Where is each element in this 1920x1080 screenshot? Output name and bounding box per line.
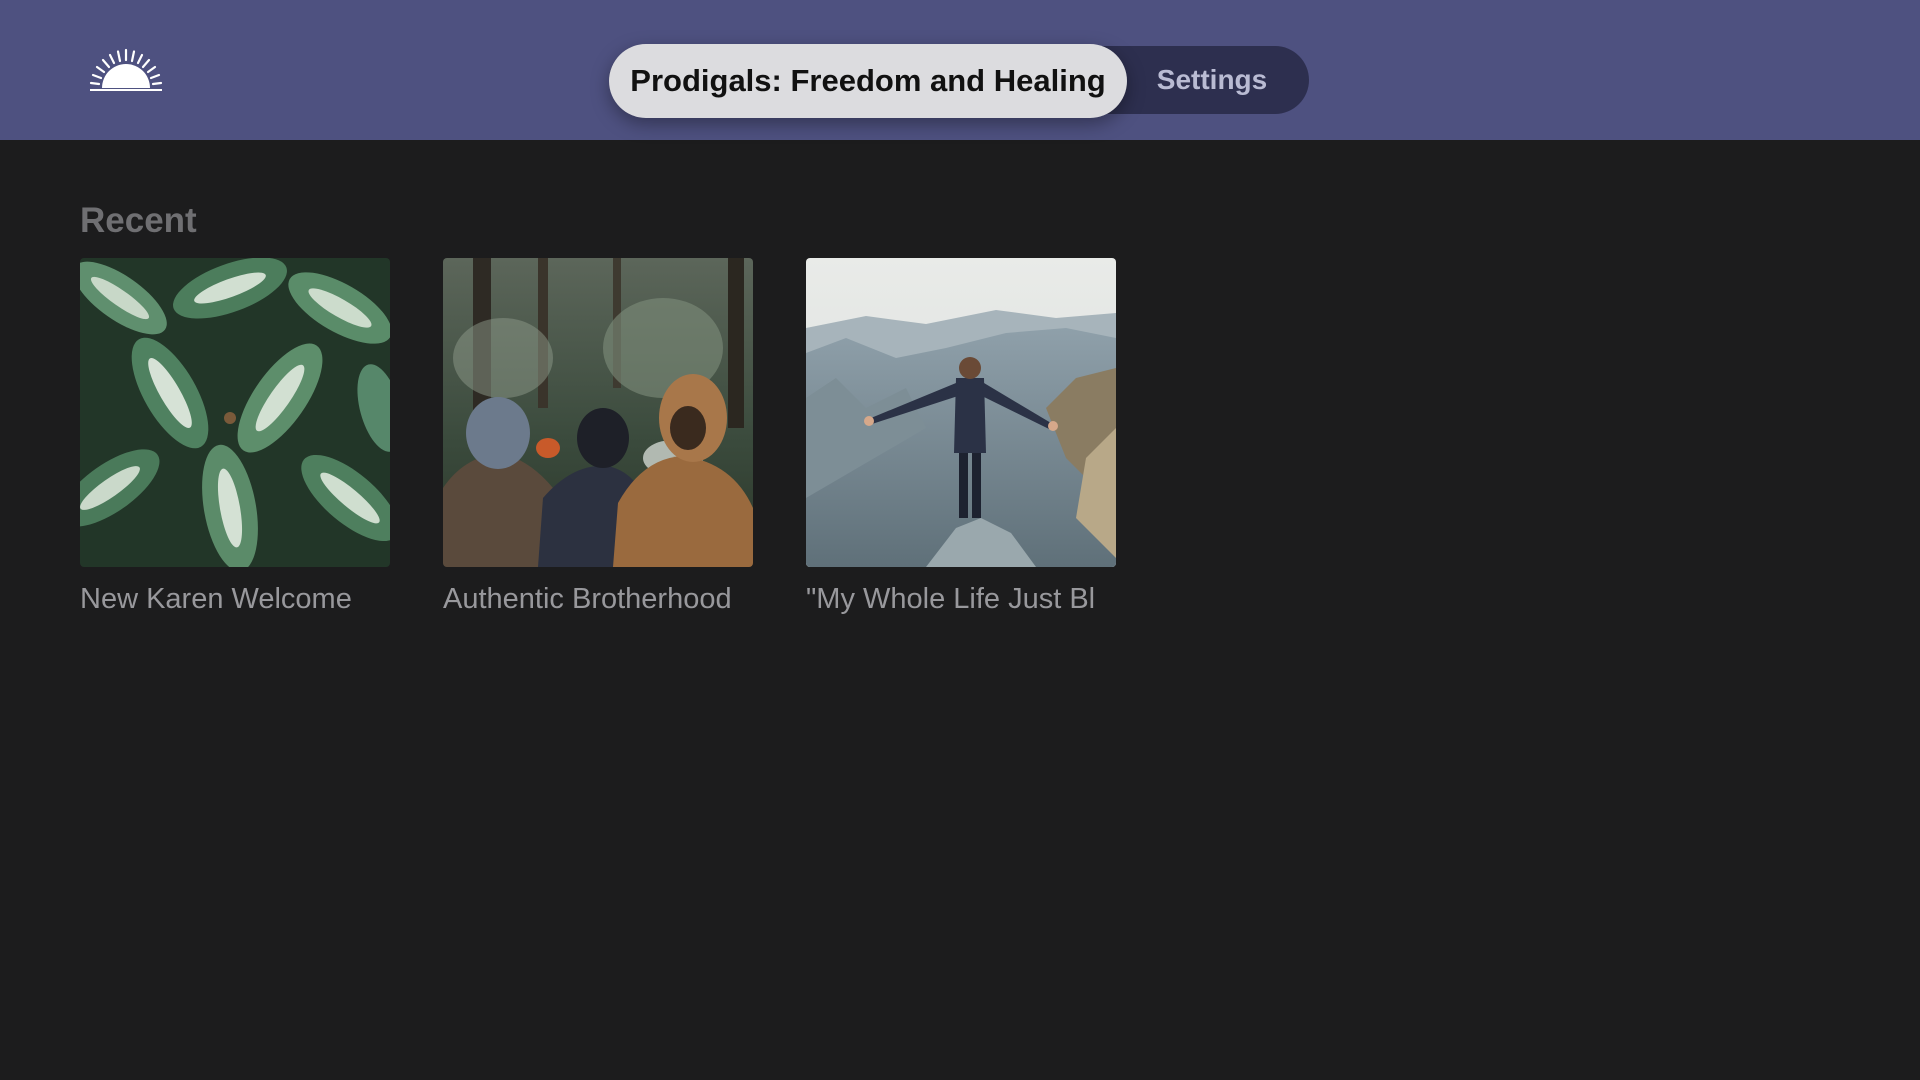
tab-prodigals[interactable]: Prodigals: Freedom and Healing bbox=[609, 44, 1127, 118]
video-card[interactable]: Authentic Brotherhood bbox=[443, 258, 753, 616]
section-title-recent: Recent bbox=[80, 201, 197, 240]
hooded-men-forest-photo[interactable] bbox=[443, 258, 753, 567]
tab-bar: Prodigals: Freedom and Healing Settings bbox=[609, 44, 1309, 118]
video-card[interactable]: "My Whole Life Just Bl bbox=[806, 258, 1116, 616]
video-title: Authentic Brotherhood bbox=[443, 583, 732, 615]
sunrise-icon bbox=[88, 48, 164, 96]
tab-settings[interactable]: Settings bbox=[1149, 46, 1275, 114]
video-card[interactable]: New Karen Welcome bbox=[80, 258, 390, 616]
recent-row: New Karen Welcome Authentic Brotherhood … bbox=[80, 258, 1180, 628]
top-bar: Prodigals: Freedom and Healing Settings bbox=[0, 0, 1920, 140]
man-mountain-arms-outstretched-photo[interactable] bbox=[806, 258, 1116, 567]
video-title: New Karen Welcome bbox=[80, 583, 352, 615]
video-title: "My Whole Life Just Bl bbox=[806, 583, 1096, 615]
green-leaves-photo[interactable] bbox=[80, 258, 390, 567]
